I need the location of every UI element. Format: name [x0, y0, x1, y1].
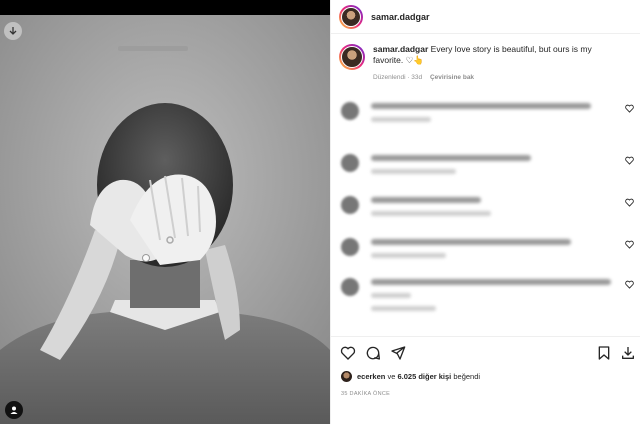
author-username[interactable]: samar.dadgar — [371, 12, 430, 22]
likes-count[interactable]: 6.025 diğer kişi — [397, 372, 451, 381]
comment-icon[interactable] — [365, 345, 381, 361]
translate-link[interactable]: Çevirisine bak — [430, 74, 474, 81]
likes-suffix: beğendi — [453, 372, 481, 381]
download-button[interactable] — [4, 22, 22, 40]
post-photo-illustration — [0, 15, 330, 424]
comment-item — [341, 150, 636, 186]
caption-avatar[interactable] — [339, 44, 365, 70]
liker-avatar[interactable] — [341, 371, 352, 382]
comment-item — [341, 274, 636, 328]
heart-icon[interactable] — [625, 104, 634, 113]
download-icon — [9, 27, 17, 35]
send-icon[interactable] — [390, 345, 406, 361]
avatar[interactable] — [341, 102, 359, 120]
heart-icon[interactable] — [625, 240, 634, 249]
post-side-panel: samar.dadgar samar.dadgar Every love sto… — [330, 0, 640, 424]
avatar[interactable] — [341, 238, 359, 256]
heart-icon[interactable] — [625, 156, 634, 165]
caption-username[interactable]: samar.dadgar — [373, 44, 428, 54]
likes-conj: ve — [387, 372, 396, 381]
avatar[interactable] — [341, 278, 359, 296]
likes-summary[interactable]: ecerken ve 6.025 diğer kişi beğendi — [341, 371, 480, 382]
caption: samar.dadgar Every love story is beautif… — [331, 34, 640, 83]
tagged-people-button[interactable] — [5, 401, 23, 419]
avatar[interactable] — [341, 154, 359, 172]
avatar[interactable] — [341, 196, 359, 214]
post-header: samar.dadgar — [331, 0, 640, 34]
author-avatar[interactable] — [339, 4, 363, 29]
post-actions — [331, 336, 640, 370]
edited-label: Düzenlendi · 33d — [373, 74, 423, 81]
liker-username[interactable]: ecerken — [357, 372, 385, 381]
comment-item — [341, 98, 636, 134]
bookmark-icon[interactable] — [596, 345, 612, 361]
comment-item — [341, 192, 636, 228]
heart-icon[interactable] — [340, 345, 356, 361]
person-tag-icon — [10, 406, 18, 414]
comment-list — [331, 92, 640, 332]
download-icon[interactable] — [620, 345, 636, 361]
comment-item — [341, 234, 636, 270]
post-image[interactable] — [0, 0, 330, 424]
post-timestamp: 35 DAKİKA ÖNCE — [341, 391, 391, 397]
heart-icon[interactable] — [625, 280, 634, 289]
heart-icon[interactable] — [625, 198, 634, 207]
